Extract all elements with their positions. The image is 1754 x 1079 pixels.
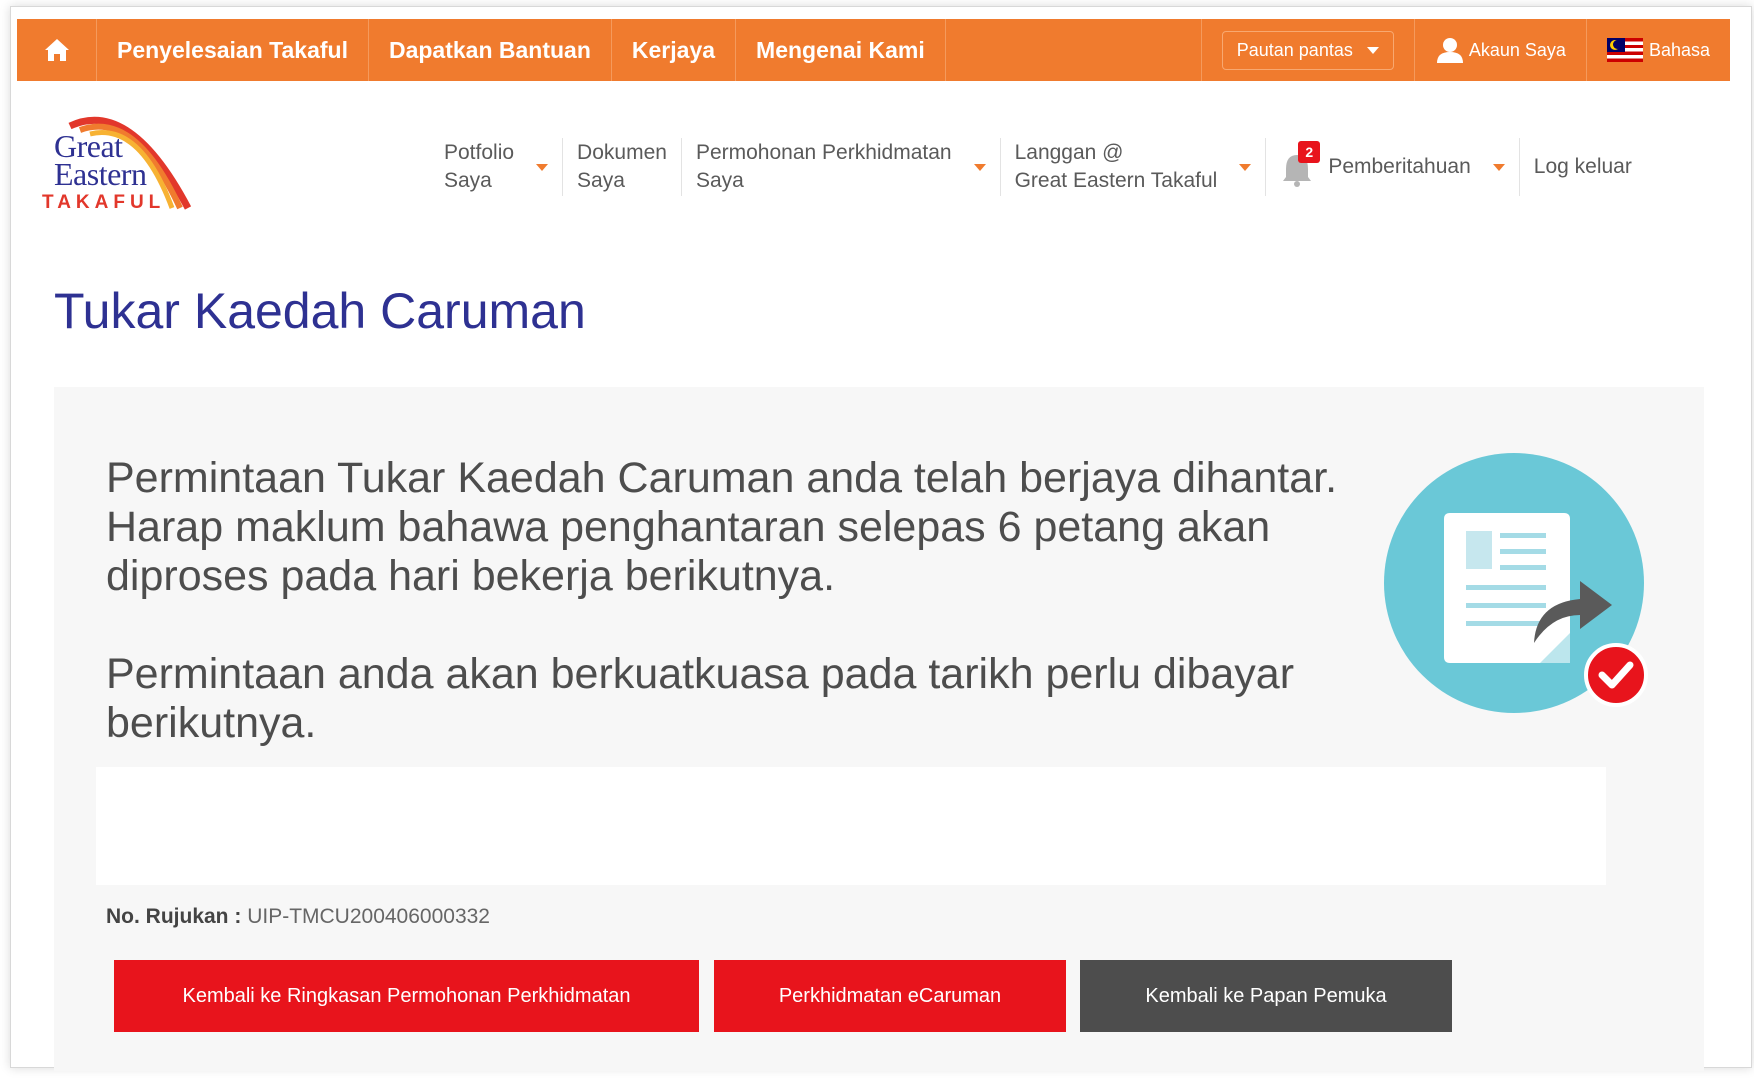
notification-count-badge: 2 (1298, 141, 1321, 163)
message-paragraph-2: Permintaan anda akan berkuatkuasa pada t… (106, 650, 1295, 747)
chevron-down-icon (1492, 163, 1505, 171)
chevron-down-icon (1366, 46, 1379, 54)
topnav-careers[interactable]: Kerjaya (612, 19, 737, 81)
chevron-down-icon (536, 163, 549, 171)
reference-value: UIP-TMCU200406000332 (247, 905, 490, 928)
topnav-about-us[interactable]: Mengenai Kami (736, 19, 946, 81)
my-account-label: Akaun Saya (1468, 39, 1566, 60)
nav-my-service-requests-line2: Saya (695, 169, 744, 192)
nav-my-service-requests[interactable]: Permohonan Perkhidmatan Saya (682, 138, 1001, 196)
reference-number: No. Rujukan : UIP-TMCU200406000332 (106, 905, 490, 929)
language-selector[interactable]: Bahasa (1587, 19, 1730, 81)
nav-subscribe-line2: Great Eastern Takaful (1014, 169, 1218, 192)
nav-my-portfolio-line1: Potfolio (444, 141, 515, 164)
my-account-link[interactable]: Akaun Saya (1415, 19, 1587, 81)
quick-links-label: Pautan pantas (1236, 39, 1353, 60)
nav-subscribe[interactable]: Langgan @ Great Eastern Takaful (1001, 138, 1267, 196)
quick-links-cell: Pautan pantas (1202, 19, 1415, 81)
top-navigation-bar: Penyelesaian Takaful Dapatkan Bantuan Ke… (17, 19, 1730, 81)
quick-links-dropdown[interactable]: Pautan pantas (1221, 30, 1394, 70)
blank-content-area (96, 767, 1606, 885)
reference-label: No. Rujukan : (106, 905, 242, 928)
nav-logout[interactable]: Log keluar (1520, 138, 1646, 196)
topnav-takaful-solutions[interactable]: Penyelesaian Takaful (97, 19, 369, 81)
nav-notifications[interactable]: 2 Pemberitahuan (1266, 138, 1520, 196)
nav-my-portfolio-line2: Saya (444, 169, 492, 192)
ecaruman-service-button[interactable]: Perkhidmatan eCaruman (714, 960, 1066, 1032)
back-to-dashboard-button[interactable]: Kembali ke Papan Pemuka (1080, 960, 1452, 1032)
bell-icon: 2 (1280, 141, 1321, 187)
nav-my-documents-line2: Saya (577, 169, 625, 192)
nav-subscribe-line1: Langgan @ (1014, 141, 1124, 164)
great-eastern-takaful-logo[interactable]: Great Eastern TAKAFUL (40, 108, 200, 218)
back-to-service-summary-button[interactable]: Kembali ke Ringkasan Permohonan Perkhidm… (114, 960, 699, 1032)
confirmation-message: Permintaan Tukar Kaedah Caruman anda tel… (106, 454, 1426, 748)
user-icon (1436, 38, 1463, 63)
logo-text-eastern: Eastern (54, 156, 147, 192)
logo-text-takaful: TAKAFUL (42, 192, 166, 213)
nav-my-portfolio[interactable]: Potfolio Saya (430, 138, 564, 196)
nav-logout-label: Log keluar (1533, 155, 1632, 178)
nav-my-service-requests-line1: Permohonan Perkhidmatan (695, 141, 952, 164)
message-paragraph-1: Permintaan Tukar Kaedah Caruman anda tel… (106, 454, 1338, 600)
language-label: Bahasa (1648, 39, 1710, 60)
topnav-spacer (946, 19, 1202, 81)
nav-notifications-label: Pemberitahuan (1328, 155, 1471, 178)
check-icon (1584, 643, 1648, 707)
nav-my-documents[interactable]: Dokumen Saya (563, 138, 682, 196)
chevron-down-icon (1239, 163, 1252, 171)
home-button[interactable] (17, 19, 97, 81)
home-icon (44, 39, 69, 61)
nav-my-documents-line1: Dokumen (577, 141, 667, 164)
topnav-get-help[interactable]: Dapatkan Bantuan (369, 19, 612, 81)
malaysia-flag-icon (1606, 38, 1643, 62)
document-share-icon (1384, 453, 1654, 728)
chevron-down-icon (973, 163, 986, 171)
page-title: Tukar Kaedah Caruman (54, 283, 586, 339)
secondary-navigation: Potfolio Saya Dokumen Saya Permohonan Pe… (430, 130, 1646, 204)
confirmation-panel: Permintaan Tukar Kaedah Caruman anda tel… (54, 387, 1704, 1071)
